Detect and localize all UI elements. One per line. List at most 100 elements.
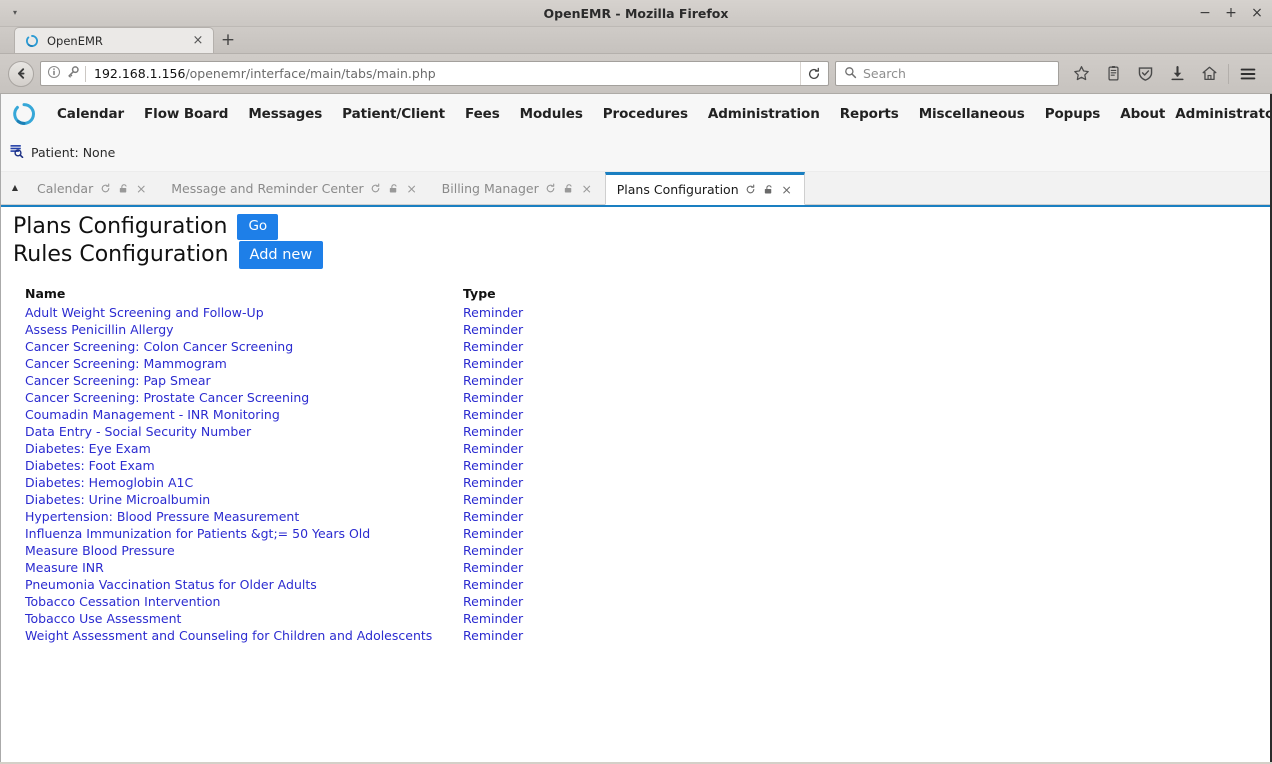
rule-name-link[interactable]: Cancer Screening: Colon Cancer Screening — [25, 339, 293, 354]
rule-type-link[interactable]: Reminder — [463, 390, 523, 405]
bookmark-star-icon[interactable] — [1065, 60, 1097, 88]
refresh-icon[interactable] — [370, 183, 382, 195]
rule-name-link[interactable]: Pneumonia Vaccination Status for Older A… — [25, 577, 317, 592]
hamburger-menu-icon[interactable] — [1232, 60, 1264, 88]
nav-item-miscellaneous[interactable]: Miscellaneous — [909, 106, 1035, 122]
unlock-icon[interactable] — [388, 183, 400, 195]
nav-item-fees[interactable]: Fees — [455, 106, 510, 122]
home-icon[interactable] — [1193, 60, 1225, 88]
rule-type-link[interactable]: Reminder — [463, 322, 523, 337]
nav-item-flow-board[interactable]: Flow Board — [134, 106, 238, 122]
back-button[interactable] — [8, 61, 34, 87]
unlock-icon[interactable] — [763, 184, 775, 196]
rule-type-link[interactable]: Reminder — [463, 594, 523, 609]
window-menu-arrow-icon[interactable]: ▾ — [8, 6, 22, 20]
maximize-button[interactable]: + — [1224, 6, 1238, 20]
close-icon[interactable]: × — [581, 183, 593, 195]
emr-tab-billing-manager[interactable]: Billing Manager × — [430, 172, 605, 204]
rule-type-link[interactable]: Reminder — [463, 577, 523, 592]
rule-type-link[interactable]: Reminder — [463, 407, 523, 422]
rule-name-link[interactable]: Weight Assessment and Counseling for Chi… — [25, 628, 432, 643]
emr-tab-calendar[interactable]: Calendar × — [25, 172, 159, 204]
rule-name-link[interactable]: Tobacco Use Assessment — [25, 611, 181, 626]
rule-type-link[interactable]: Reminder — [463, 611, 523, 626]
browser-tab-openemr[interactable]: OpenEMR × — [14, 27, 214, 53]
refresh-icon[interactable] — [745, 184, 757, 196]
rule-type-link[interactable]: Reminder — [463, 339, 523, 354]
unlock-icon[interactable] — [563, 183, 575, 195]
nav-item-about[interactable]: About — [1110, 106, 1175, 122]
rule-name-link[interactable]: Diabetes: Hemoglobin A1C — [25, 475, 193, 490]
rule-name-link[interactable]: Cancer Screening: Prostate Cancer Screen… — [25, 390, 309, 405]
rule-name-link[interactable]: Assess Penicillin Allergy — [25, 322, 174, 337]
close-icon[interactable]: × — [191, 34, 205, 47]
nav-item-reports[interactable]: Reports — [830, 106, 909, 122]
go-button[interactable]: Go — [237, 214, 278, 240]
nav-item-procedures[interactable]: Procedures — [593, 106, 698, 122]
collapse-tabs-arrow-icon[interactable]: ▲ — [5, 172, 25, 204]
rule-type-link[interactable]: Reminder — [463, 475, 523, 490]
saved-login-key-icon[interactable] — [66, 64, 80, 83]
new-tab-button[interactable]: + — [214, 27, 242, 53]
close-icon[interactable]: × — [406, 183, 418, 195]
rule-name-link[interactable]: Measure INR — [25, 560, 104, 575]
current-user-label[interactable]: Administrator Administrator — [1175, 106, 1272, 122]
page-info-icon[interactable] — [47, 64, 61, 83]
rule-type-link[interactable]: Reminder — [463, 356, 523, 371]
rule-name-link[interactable]: Diabetes: Urine Microalbumin — [25, 492, 210, 507]
rule-name-link[interactable]: Tobacco Cessation Intervention — [25, 594, 220, 609]
rule-type-cell: Reminder — [451, 372, 523, 389]
close-window-button[interactable]: × — [1250, 6, 1264, 20]
rule-type-link[interactable]: Reminder — [463, 424, 523, 439]
page-title: Plans Configuration — [13, 213, 227, 241]
nav-item-administration[interactable]: Administration — [698, 106, 830, 122]
rule-name-link[interactable]: Influenza Immunization for Patients &gt;… — [25, 526, 370, 541]
rule-type-link[interactable]: Reminder — [463, 458, 523, 473]
rule-name-link[interactable]: Cancer Screening: Pap Smear — [25, 373, 211, 388]
openemr-logo — [11, 101, 37, 127]
unlock-icon[interactable] — [117, 183, 129, 195]
rule-name-link[interactable]: Diabetes: Foot Exam — [25, 458, 155, 473]
refresh-icon[interactable] — [99, 183, 111, 195]
refresh-icon[interactable] — [545, 183, 557, 195]
rule-name-cell: Adult Weight Screening and Follow-Up — [13, 304, 451, 321]
close-icon[interactable]: × — [781, 184, 793, 196]
rule-type-link[interactable]: Reminder — [463, 305, 523, 320]
search-input[interactable]: Search — [863, 66, 906, 81]
nav-item-popups[interactable]: Popups — [1035, 106, 1111, 122]
rule-type-link[interactable]: Reminder — [463, 441, 523, 456]
emr-tab-message-and-reminder-center[interactable]: Message and Reminder Center × — [159, 172, 429, 204]
nav-item-messages[interactable]: Messages — [238, 106, 332, 122]
reader-list-icon[interactable] — [1097, 60, 1129, 88]
rule-name-link[interactable]: Data Entry - Social Security Number — [25, 424, 251, 439]
rule-name-link[interactable]: Adult Weight Screening and Follow-Up — [25, 305, 264, 320]
rule-name-cell: Cancer Screening: Prostate Cancer Screen… — [13, 389, 451, 406]
rule-type-link[interactable]: Reminder — [463, 373, 523, 388]
emr-tab-plans-configuration[interactable]: Plans Configuration × — [605, 172, 805, 205]
search-bar[interactable]: Search — [835, 61, 1059, 86]
rule-type-link[interactable]: Reminder — [463, 509, 523, 524]
minimize-button[interactable]: − — [1198, 6, 1212, 20]
rule-name-link[interactable]: Diabetes: Eye Exam — [25, 441, 151, 456]
rule-name-link[interactable]: Coumadin Management - INR Monitoring — [25, 407, 280, 422]
rule-type-link[interactable]: Reminder — [463, 492, 523, 507]
downloads-icon[interactable] — [1161, 60, 1193, 88]
nav-item-calendar[interactable]: Calendar — [47, 106, 134, 122]
nav-item-patient-client[interactable]: Patient/Client — [332, 106, 455, 122]
identity-box[interactable] — [47, 64, 80, 83]
nav-item-modules[interactable]: Modules — [510, 106, 593, 122]
add-new-button[interactable]: Add new — [239, 241, 324, 270]
shield-icon[interactable] — [1129, 60, 1161, 88]
address-bar[interactable]: 192.168.1.156/openemr/interface/main/tab… — [40, 61, 829, 86]
reload-button[interactable] — [800, 62, 826, 85]
close-icon[interactable]: × — [135, 183, 147, 195]
rule-type-link[interactable]: Reminder — [463, 560, 523, 575]
rule-name-link[interactable]: Measure Blood Pressure — [25, 543, 175, 558]
rule-name-link[interactable]: Hypertension: Blood Pressure Measurement — [25, 509, 299, 524]
rule-type-link[interactable]: Reminder — [463, 526, 523, 541]
rule-name-link[interactable]: Cancer Screening: Mammogram — [25, 356, 227, 371]
patient-search-icon[interactable] — [9, 143, 24, 162]
table-row: Cancer Screening: Pap Smear Reminder — [13, 372, 523, 389]
rule-type-link[interactable]: Reminder — [463, 543, 523, 558]
rule-type-link[interactable]: Reminder — [463, 628, 523, 643]
